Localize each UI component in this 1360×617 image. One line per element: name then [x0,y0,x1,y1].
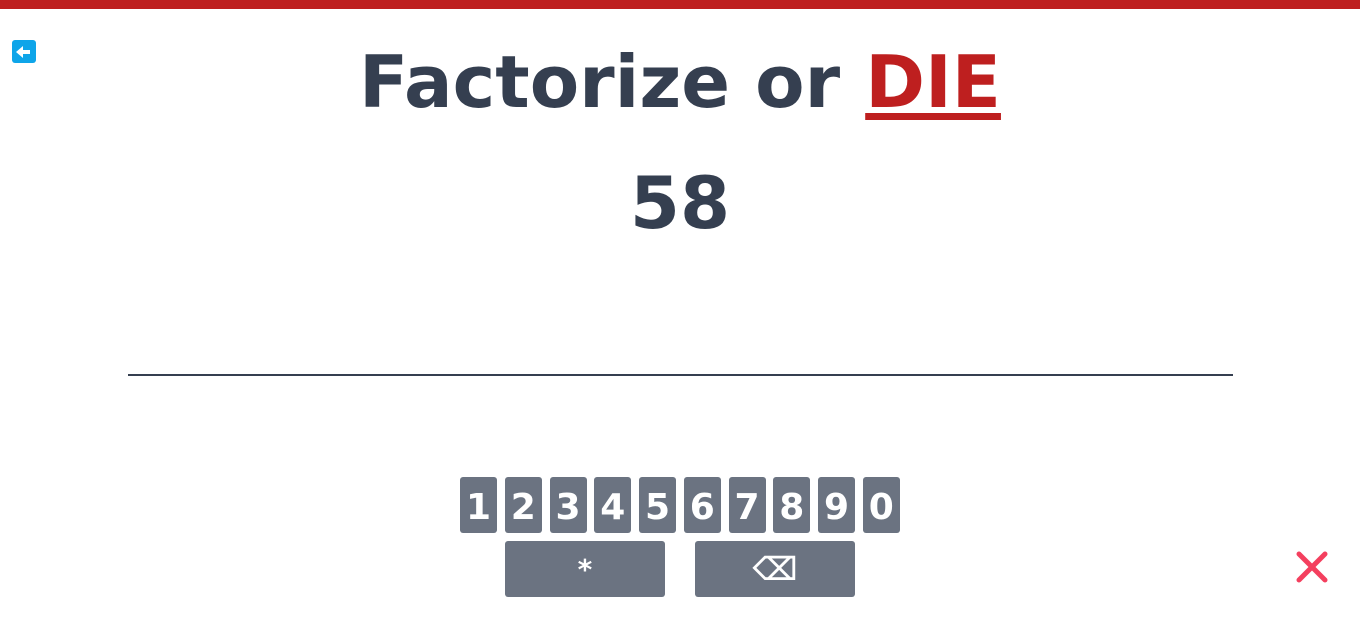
digit-keypad: 1 2 3 4 5 6 7 8 9 0 [460,477,900,533]
key-6[interactable]: 6 [683,477,721,533]
key-2[interactable]: 2 [504,477,542,533]
key-4[interactable]: 4 [594,477,632,533]
multiply-key[interactable]: * [505,541,665,597]
key-9[interactable]: 9 [818,477,855,533]
top-accent-bar [0,0,1360,9]
key-1[interactable]: 1 [460,477,497,533]
close-button[interactable] [1294,549,1330,585]
key-7[interactable]: 7 [728,477,766,533]
key-5[interactable]: 5 [639,477,676,533]
close-icon [1296,551,1328,583]
key-0[interactable]: 0 [862,477,900,533]
answer-input[interactable] [128,290,1233,376]
key-8[interactable]: 8 [773,477,811,533]
title-prefix: Factorize or [359,40,866,124]
key-3[interactable]: 3 [549,477,587,533]
backspace-key[interactable]: ⌫ [695,541,855,597]
number-to-factorize: 58 [629,161,731,245]
page-title: Factorize or DIE [0,36,1360,128]
title-emphasis: DIE [865,40,1001,124]
